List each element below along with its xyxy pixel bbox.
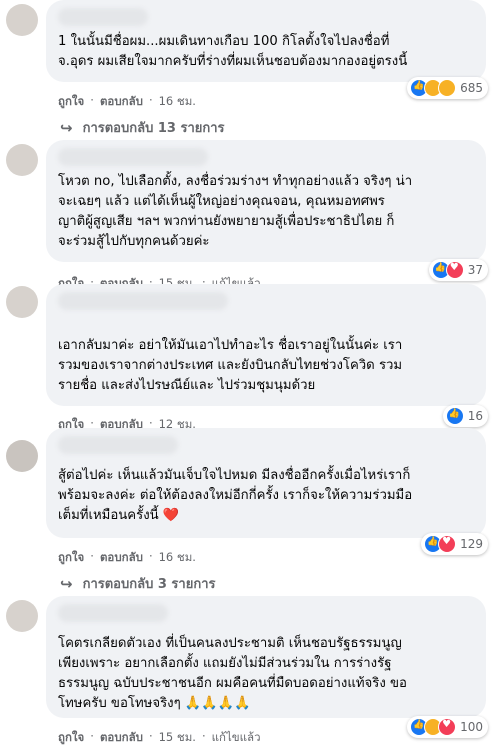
comment-text: โคตรเกลียดตัวเอง ที่เป็นคนลงประชามติ เห็… (58, 636, 407, 711)
view-replies-link[interactable]: ↪ การตอบกลับ 3 รายการ (60, 573, 215, 594)
separator: · (90, 93, 94, 107)
separator: · (148, 93, 153, 107)
comment-bubble: สู้ต่อไปค่ะ เห็นแล้วมันเจ็บใจไปหมด มีลงช… (46, 428, 486, 538)
like-button[interactable]: ถูกใจ (58, 729, 84, 747)
comment-text: สู้ต่อไปค่ะ เห็นแล้วมันเจ็บใจไปหมด มีลงช… (58, 468, 413, 523)
avatar[interactable] (6, 600, 38, 632)
reply-button[interactable]: ตอบกลับ (100, 93, 143, 111)
love-reaction-icon (438, 535, 457, 553)
reaction-summary[interactable]: 37 (428, 259, 488, 281)
replies-label: การตอบกลับ 13 รายการ (82, 121, 225, 136)
commenter-name[interactable] (58, 436, 178, 454)
reaction-count: 16 (467, 409, 483, 423)
comment-actions: ถูกใจ · ตอบกลับ · 15 ชม. · แก้ไขแล้ว (58, 729, 261, 747)
avatar[interactable] (6, 440, 38, 472)
commenter-name[interactable] (58, 292, 228, 310)
comment-text: เอากลับมาค่ะ อย่าให้มันเอาไปทำอะไร ชื่อเ… (58, 338, 403, 393)
reply-button[interactable]: ตอบกลับ (100, 549, 143, 567)
care-reaction-icon (438, 79, 457, 97)
reaction-count: 129 (460, 537, 483, 551)
reply-arrow-icon: ↪ (60, 118, 73, 137)
comment-bubble: โหวต no, ไปเลือกตั้ง, ลงชื่อร่วมร่างฯ ทำ… (46, 140, 486, 262)
avatar[interactable] (6, 144, 38, 176)
reply-button[interactable]: ตอบกลับ (100, 729, 143, 747)
comment-actions: ถูกใจ · ตอบกลับ · 16 ชม. (58, 549, 196, 567)
like-button[interactable]: ถูกใจ (58, 549, 84, 567)
comment-bubble: โคตรเกลียดตัวเอง ที่เป็นคนลงประชามติ เห็… (46, 596, 486, 718)
reaction-summary[interactable]: 16 (442, 405, 488, 427)
like-button[interactable]: ถูกใจ (58, 93, 84, 111)
reaction-count: 100 (460, 720, 483, 734)
reaction-count: 37 (467, 263, 483, 277)
separator: · (90, 549, 94, 563)
love-reaction-icon (445, 261, 464, 279)
comment-bubble: 1 ในนั้นมีชื่อผม...ผมเดินทางเกือบ 100 กิ… (46, 0, 486, 82)
edited-label[interactable]: แก้ไขแล้ว (212, 729, 261, 747)
timestamp[interactable]: 16 ชม. (159, 93, 196, 111)
reaction-summary[interactable]: 685 (407, 77, 488, 99)
reply-arrow-icon: ↪ (60, 574, 73, 593)
replies-label: การตอบกลับ 3 รายการ (82, 577, 216, 592)
like-reaction-icon (445, 407, 464, 425)
commenter-name[interactable] (58, 604, 168, 622)
comment-text: โหวต no, ไปเลือกตั้ง, ลงชื่อร่วมร่างฯ ทำ… (58, 174, 413, 249)
timestamp[interactable]: 16 ชม. (159, 549, 196, 567)
separator: · (201, 729, 206, 743)
comment-actions: ถูกใจ · ตอบกลับ · 16 ชม. (58, 93, 196, 111)
avatar[interactable] (6, 4, 38, 36)
comment-text: 1 ในนั้นมีชื่อผม...ผมเดินทางเกือบ 100 กิ… (58, 34, 408, 69)
timestamp[interactable]: 15 ชม. (159, 729, 196, 747)
reaction-summary[interactable]: 100 (407, 716, 488, 738)
reaction-summary[interactable]: 129 (421, 533, 488, 555)
commenter-name[interactable] (58, 8, 148, 26)
separator: · (148, 549, 153, 563)
love-reaction-icon (438, 718, 457, 736)
separator: · (90, 729, 94, 743)
avatar[interactable] (6, 286, 38, 318)
comment-bubble: เอากลับมาค่ะ อย่าให้มันเอาไปทำอะไร ชื่อเ… (46, 284, 486, 406)
separator: · (148, 729, 153, 743)
view-replies-link[interactable]: ↪ การตอบกลับ 13 รายการ (60, 117, 225, 138)
reaction-count: 685 (460, 81, 483, 95)
commenter-name[interactable] (58, 148, 208, 166)
